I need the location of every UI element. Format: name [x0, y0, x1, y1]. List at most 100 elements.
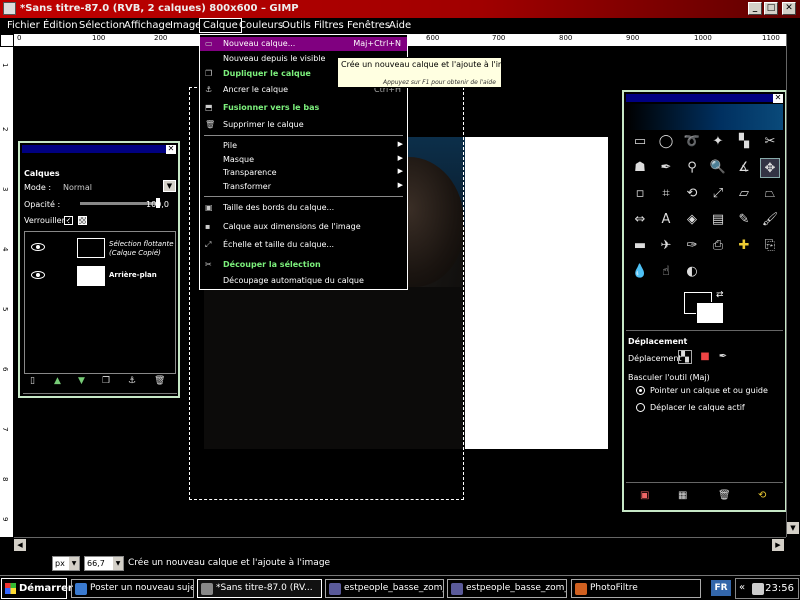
menu-fenetres[interactable]: Fenêtres: [347, 20, 390, 31]
restore-options-icon[interactable]: ▦: [678, 490, 687, 501]
task-button[interactable]: PhotoFiltre: [571, 579, 701, 598]
eye-icon[interactable]: [31, 243, 45, 251]
task-button[interactable]: Poster un nouveau sujet ...: [71, 579, 194, 598]
menu-edition[interactable]: Édition: [43, 20, 78, 31]
move-path-mode-icon[interactable]: ✒: [716, 350, 730, 364]
zoom-icon[interactable]: 🔍: [708, 158, 728, 178]
lower-layer-icon[interactable]: ▼: [78, 376, 85, 386]
new-layer-icon[interactable]: ▯: [30, 376, 35, 386]
background-color-swatch[interactable]: [696, 302, 724, 324]
menu-item-crop[interactable]: ✂ Découper la sélection: [200, 258, 407, 272]
pencil-icon[interactable]: ✎: [734, 210, 754, 230]
network-icon[interactable]: [752, 583, 764, 595]
heal-icon[interactable]: ✚: [734, 236, 754, 256]
menu-item-layer-boundary[interactable]: ▣ Taille des bords du calque...: [200, 201, 407, 215]
anchor-icon[interactable]: ⚓: [128, 376, 136, 386]
gimp-app-icon[interactable]: [3, 2, 16, 15]
color-picker-icon[interactable]: ⚲: [682, 158, 702, 178]
opacity-value[interactable]: 100,0: [146, 200, 169, 209]
menu-aide[interactable]: Aide: [389, 20, 411, 31]
radio-move-active[interactable]: [636, 403, 645, 412]
measure-icon[interactable]: ∡: [734, 158, 754, 178]
menu-item-transparency[interactable]: Transparence ▶: [200, 166, 407, 180]
clock[interactable]: 23:56: [765, 583, 794, 594]
language-indicator[interactable]: FR: [711, 580, 731, 596]
mode-dropdown-button[interactable]: ▼: [163, 180, 176, 192]
menu-calque[interactable]: Calque: [199, 18, 242, 33]
dodge-burn-icon[interactable]: ◐: [682, 262, 702, 282]
scale-icon[interactable]: ⤢: [708, 184, 728, 204]
text-icon[interactable]: A: [656, 210, 676, 230]
task-button[interactable]: estpeople_basse_zom_3...: [325, 579, 444, 598]
eye-icon[interactable]: [31, 271, 45, 279]
bucket-fill-icon[interactable]: ◈: [682, 210, 702, 230]
horizontal-scrollbar[interactable]: ◀ ▶: [14, 537, 786, 553]
delete-layer-icon[interactable]: 🗑: [154, 376, 165, 386]
gradient-icon[interactable]: ▤: [708, 210, 728, 230]
task-button[interactable]: estpeople_basse_zom_3...: [447, 579, 567, 598]
eraser-icon[interactable]: ▬: [630, 236, 650, 256]
close-icon[interactable]: ✕: [166, 145, 176, 154]
shear-icon[interactable]: ▱: [734, 184, 754, 204]
fuzzy-select-icon[interactable]: ✦: [708, 132, 728, 152]
menu-item-merge-down[interactable]: ⬒ Fusionner vers le bas: [200, 101, 407, 115]
minimize-button[interactable]: _: [748, 2, 762, 15]
menu-item-autocrop[interactable]: Découpage automatique du calque: [200, 274, 407, 288]
perspective-clone-icon[interactable]: ⎘: [760, 236, 780, 256]
menu-filtres[interactable]: Filtres: [314, 20, 344, 31]
layer-row[interactable]: Sélection flottante (Calque Copié): [25, 236, 175, 262]
task-button[interactable]: *Sans titre-87.0 (RV...: [197, 579, 322, 598]
crop-icon[interactable]: ⌗: [656, 184, 676, 204]
move-icon[interactable]: ✥: [760, 158, 780, 178]
radio-pick-layer[interactable]: [636, 386, 645, 395]
menu-item-new-layer[interactable]: ▭ Nouveau calque... Maj+Ctrl+N: [200, 37, 407, 51]
maximize-button[interactable]: □: [764, 2, 778, 15]
vertical-scrollbar[interactable]: ▼: [786, 34, 800, 537]
menu-couleurs[interactable]: Couleurs: [239, 20, 283, 31]
lasso-icon[interactable]: ➰: [682, 132, 702, 152]
menu-item-stack[interactable]: Pile ▶: [200, 139, 407, 153]
scissors-icon[interactable]: ✂: [760, 132, 780, 152]
menu-item-transform[interactable]: Transformer ▶: [200, 180, 407, 194]
menu-image[interactable]: Image: [170, 20, 201, 31]
layer-row[interactable]: Arrière-plan: [25, 264, 175, 290]
paintbrush-icon[interactable]: 🖌: [760, 210, 780, 230]
mode-value[interactable]: Normal: [63, 183, 92, 192]
menu-item-layer-to-image[interactable]: ▪ Calque aux dimensions de l'image: [200, 220, 407, 234]
menu-item-scale[interactable]: ⤢ Échelle et taille du calque...: [200, 238, 407, 252]
align-icon[interactable]: ▫: [630, 184, 650, 204]
airbrush-icon[interactable]: ✈: [656, 236, 676, 256]
dock-title-bar[interactable]: [22, 145, 176, 153]
color-select-icon[interactable]: ▚: [734, 132, 754, 152]
blur-icon[interactable]: 💧: [630, 262, 650, 282]
foreground-select-icon[interactable]: ☗: [630, 158, 650, 178]
smudge-icon[interactable]: ☝: [656, 262, 676, 282]
rect-select-icon[interactable]: ▭: [630, 132, 650, 152]
ruler-corner[interactable]: [0, 34, 14, 47]
move-selection-mode-icon[interactable]: ■: [698, 350, 712, 364]
start-button[interactable]: Démarrer: [1, 578, 73, 599]
move-layer-mode-icon[interactable]: ▚: [678, 350, 692, 364]
paths-icon[interactable]: ✒: [656, 158, 676, 178]
scroll-left-icon[interactable]: ◀: [14, 539, 26, 551]
lock-alpha-checkbox[interactable]: ✓: [64, 216, 73, 225]
menu-item-mask[interactable]: Masque ▶: [200, 153, 407, 167]
swap-colors-icon[interactable]: ⇄: [716, 290, 724, 300]
menu-outils[interactable]: Outils: [282, 20, 311, 31]
delete-options-icon[interactable]: 🗑: [718, 490, 731, 501]
scroll-down-icon[interactable]: ▼: [787, 522, 799, 534]
perspective-icon[interactable]: ⏢: [760, 184, 780, 204]
toolbox-title-bar[interactable]: [626, 94, 783, 102]
ellipse-select-icon[interactable]: ◯: [656, 132, 676, 152]
scroll-right-icon[interactable]: ▶: [772, 539, 784, 551]
menu-fichier[interactable]: Fichier: [7, 20, 40, 31]
flip-icon[interactable]: ⇔: [630, 210, 650, 230]
reset-options-icon[interactable]: ⟲: [758, 490, 766, 501]
menu-selection[interactable]: Sélection: [79, 20, 125, 31]
ink-icon[interactable]: ✑: [682, 236, 702, 256]
duplicate-layer-icon[interactable]: ❐: [102, 376, 110, 386]
tray-expand-icon[interactable]: «: [739, 582, 745, 593]
menu-item-delete[interactable]: 🗑 Supprimer le calque: [200, 118, 407, 132]
raise-layer-icon[interactable]: ▲: [54, 376, 61, 386]
close-button[interactable]: ✕: [782, 2, 796, 15]
